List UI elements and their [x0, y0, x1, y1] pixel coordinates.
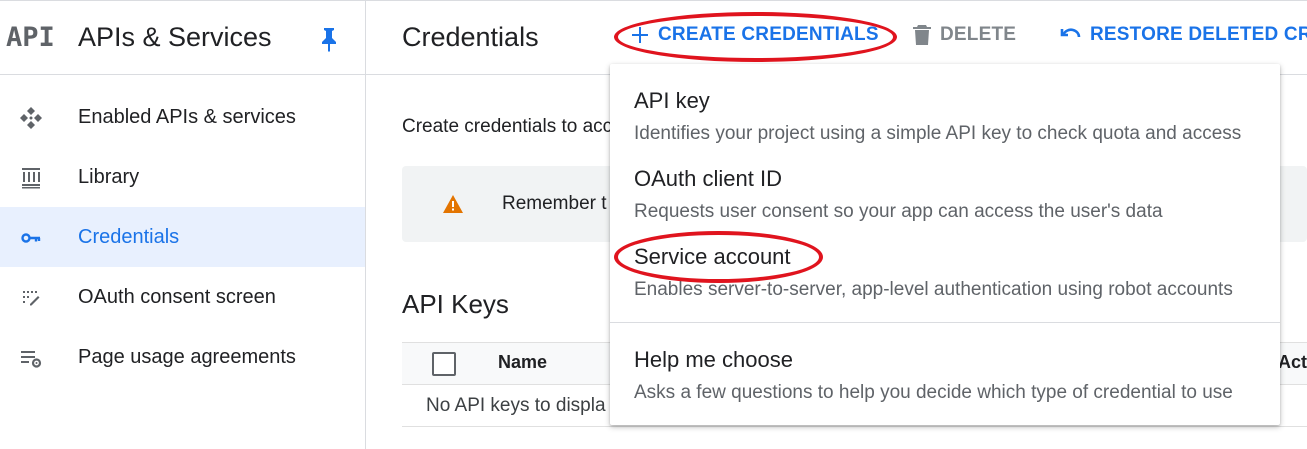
sidebar-item-credentials[interactable]: Credentials [0, 207, 365, 267]
oauth-consent-icon [19, 286, 43, 310]
sidebar: API APIs & Services Enabled APIs & servi… [0, 0, 366, 449]
menu-item-title: OAuth client ID [634, 166, 782, 191]
banner-text: Remember t [502, 193, 607, 214]
api-keys-title: API Keys [402, 289, 509, 319]
intro-text: Create credentials to acc [402, 116, 613, 137]
restore-deleted-button[interactable]: RESTORE DELETED CRED [1058, 24, 1307, 46]
menu-item-title: Service account [634, 244, 791, 269]
column-name[interactable]: Name [498, 352, 547, 373]
pin-icon[interactable] [318, 26, 340, 52]
menu-item-help-me-choose[interactable]: Help me choose Asks a few questions to h… [634, 347, 1233, 404]
menu-item-api-key[interactable]: API key Identifies your project using a … [634, 88, 1241, 145]
select-all-checkbox[interactable] [432, 352, 456, 376]
menu-item-service-account[interactable]: Service account Enables server-to-server… [634, 244, 1233, 301]
sidebar-item-enabled-apis[interactable]: Enabled APIs & services [0, 87, 365, 147]
key-icon [19, 226, 43, 250]
warning-icon [442, 194, 464, 219]
sidebar-header: API APIs & Services [0, 0, 365, 75]
api-logo: API [6, 22, 55, 53]
create-credentials-menu: API key Identifies your project using a … [610, 64, 1280, 425]
menu-item-description: Identifies your project using a simple A… [634, 123, 1242, 144]
plus-icon [632, 27, 648, 43]
restore-label: RESTORE DELETED CRED [1090, 24, 1307, 45]
delete-button[interactable]: DELETE [912, 24, 1016, 46]
sidebar-item-library[interactable]: Library [0, 147, 365, 207]
undo-icon [1060, 28, 1081, 38]
sidebar-nav: Enabled APIs & services Library Credenti… [0, 87, 365, 387]
create-credentials-button[interactable]: CREATE CREDENTIALS [630, 24, 879, 46]
menu-item-description: Asks a few questions to help you decide … [634, 382, 1233, 403]
sidebar-title: APIs & Services [78, 22, 272, 52]
page-title: Credentials [402, 22, 539, 52]
delete-label: DELETE [940, 24, 1017, 45]
library-icon [19, 166, 43, 190]
enabled-apis-icon [19, 106, 43, 130]
menu-item-description: Enables server-to-server, app-level auth… [634, 279, 1233, 300]
menu-item-description: Requests user consent so your app can ac… [634, 201, 1163, 222]
create-credentials-label: CREATE CREDENTIALS [658, 24, 879, 45]
page-settings-icon [19, 346, 43, 370]
sidebar-item-oauth-consent[interactable]: OAuth consent screen [0, 267, 365, 327]
sidebar-item-label: Credentials [78, 226, 180, 248]
menu-divider [610, 322, 1280, 323]
menu-item-title: API key [634, 88, 710, 113]
sidebar-item-page-usage[interactable]: Page usage agreements [0, 327, 365, 387]
sidebar-item-label: OAuth consent screen [78, 286, 276, 308]
menu-item-title: Help me choose [634, 347, 793, 372]
empty-table-message: No API keys to displa [426, 395, 606, 416]
menu-item-oauth-client-id[interactable]: OAuth client ID Requests user consent so… [634, 166, 1163, 223]
column-actions: Actio [1278, 352, 1307, 372]
table-row-divider [402, 426, 1307, 427]
trash-icon [913, 25, 931, 45]
sidebar-item-label: Page usage agreements [78, 346, 296, 368]
sidebar-item-label: Library [78, 166, 140, 188]
sidebar-item-label: Enabled APIs & services [78, 106, 296, 128]
